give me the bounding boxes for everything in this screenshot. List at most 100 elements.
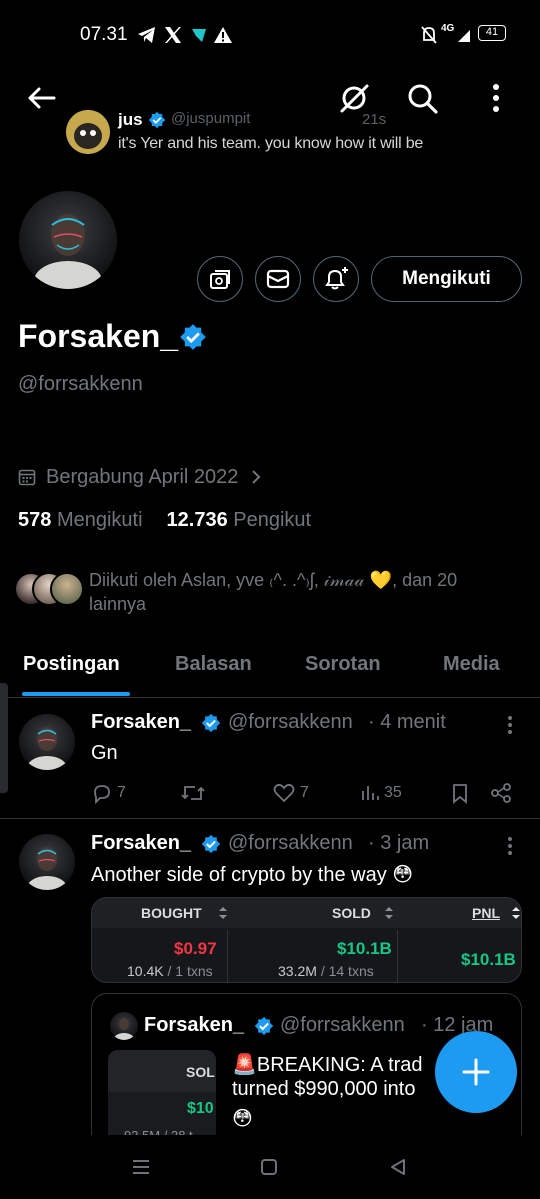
preview-name: jus bbox=[118, 110, 143, 129]
followers-label: Pengikut bbox=[233, 509, 312, 531]
tab-media[interactable]: Media bbox=[443, 653, 500, 676]
back-arrow-icon[interactable] bbox=[24, 80, 60, 116]
bought-value: $0.97 bbox=[174, 939, 217, 958]
reply-count: 7 bbox=[117, 784, 126, 801]
more-options-icon[interactable] bbox=[478, 80, 514, 116]
like-count: 7 bbox=[300, 784, 309, 801]
following-stat[interactable]: 578 Mengikuti bbox=[18, 509, 167, 531]
system-nav-bar bbox=[0, 1135, 540, 1199]
status-bar: 07.31 4G 41 bbox=[0, 0, 540, 70]
telegram-icon bbox=[138, 27, 155, 43]
preview-avatar[interactable] bbox=[66, 110, 110, 154]
quote-text-line2: turned $990,000 into bbox=[232, 1078, 416, 1100]
profile-display-name: Forsaken_ bbox=[18, 318, 179, 354]
post-text[interactable]: Another side of crypto by the way 😳 bbox=[91, 862, 413, 887]
notify-button[interactable] bbox=[313, 256, 359, 302]
followers-stat[interactable]: 12.736 Pengikut bbox=[167, 509, 336, 531]
retweet-icon bbox=[181, 786, 205, 800]
divider bbox=[0, 697, 540, 698]
trade-image[interactable]: BOUGHT SOLD PNL $0.97 10.4K / 1 txns $10… bbox=[91, 897, 522, 983]
following-button[interactable]: Mengikuti bbox=[371, 256, 522, 302]
sort-icon bbox=[219, 907, 227, 919]
post-more-icon[interactable] bbox=[500, 715, 520, 735]
verified-badge-icon[interactable] bbox=[179, 323, 207, 351]
sort-icon bbox=[385, 907, 393, 919]
post-time: · 3 jam bbox=[368, 832, 430, 854]
subscribe-icon bbox=[210, 270, 230, 289]
tab-highlights[interactable]: Sorotan bbox=[305, 653, 381, 676]
post-text[interactable]: Gn bbox=[91, 742, 118, 765]
divider bbox=[0, 818, 540, 819]
app-notification-icon bbox=[192, 29, 206, 42]
heart-icon bbox=[273, 783, 295, 803]
followers-count: 12.736 bbox=[166, 509, 228, 531]
post-author-handle: @forrsakkenn bbox=[228, 711, 353, 733]
post-avatar[interactable] bbox=[19, 834, 75, 890]
views-chart-icon bbox=[362, 786, 379, 800]
retweet-button[interactable] bbox=[180, 782, 210, 804]
following-count: 578 bbox=[18, 509, 52, 531]
compose-button[interactable] bbox=[435, 1031, 517, 1113]
preview-text[interactable]: it's Yer and his team. you know how it w… bbox=[118, 135, 423, 153]
warning-icon bbox=[214, 27, 232, 43]
post-avatar[interactable] bbox=[19, 714, 75, 770]
bought-txns: / 1 txns bbox=[167, 963, 213, 979]
post-author-handle: @forrsakkenn bbox=[228, 832, 353, 854]
bell-plus-icon bbox=[325, 267, 348, 290]
views-count: 35 bbox=[384, 784, 402, 801]
back-nav-icon[interactable] bbox=[388, 1157, 408, 1177]
like-button[interactable]: 7 bbox=[272, 782, 309, 804]
message-button[interactable] bbox=[255, 256, 301, 302]
post-time: · 4 menit bbox=[368, 711, 446, 733]
sort-icon bbox=[512, 907, 520, 919]
x-logo-icon bbox=[165, 27, 181, 43]
preview-time: 21s bbox=[362, 111, 387, 128]
share-icon[interactable] bbox=[490, 782, 512, 804]
thumb-value: $10 bbox=[187, 1100, 214, 1117]
avatar bbox=[50, 572, 84, 606]
search-icon[interactable] bbox=[404, 80, 440, 116]
reply-button[interactable]: 7 bbox=[91, 782, 126, 804]
status-time: 07.31 bbox=[80, 24, 128, 45]
post-more-icon[interactable] bbox=[500, 836, 520, 856]
bought-header: BOUGHT bbox=[141, 905, 202, 921]
followed-by-text[interactable]: Diikuti oleh Aslan, yve ₍^. .^₎ʃ, 𝒾𝓂𝒶𝒶 💛… bbox=[89, 568, 519, 616]
sold-value: $10.1B bbox=[337, 939, 392, 958]
follow-stats: 578 Mengikuti 12.736 Pengikut bbox=[18, 509, 335, 532]
pnl-value: $10.1B bbox=[461, 950, 516, 969]
verified-badge-icon bbox=[201, 834, 221, 854]
views-button[interactable]: 35 bbox=[360, 782, 402, 804]
reply-icon bbox=[94, 785, 110, 804]
home-icon[interactable] bbox=[259, 1157, 279, 1177]
active-tab-indicator bbox=[22, 692, 130, 696]
pnl-header: PNL bbox=[472, 905, 500, 921]
quote-text-line1: 🚨BREAKING: A trad bbox=[232, 1054, 423, 1076]
network-type: 4G bbox=[441, 23, 455, 34]
calendar-icon bbox=[18, 469, 36, 486]
preview-handle: @juspumpit bbox=[171, 110, 251, 127]
chevron-right-icon bbox=[252, 470, 261, 484]
battery-icon: 41 bbox=[478, 25, 506, 41]
divider bbox=[227, 930, 228, 982]
bought-amount: 10.4K bbox=[127, 963, 164, 979]
bookmark-icon[interactable] bbox=[450, 782, 470, 804]
quote-author-handle: @forrsakkenn bbox=[280, 1014, 405, 1036]
recent-apps-icon[interactable] bbox=[131, 1157, 151, 1177]
signal-icon bbox=[458, 30, 470, 42]
edge-panel-handle[interactable] bbox=[0, 683, 8, 793]
tab-posts[interactable]: Postingan bbox=[23, 653, 120, 676]
tab-replies[interactable]: Balasan bbox=[175, 653, 252, 676]
subscribe-button[interactable] bbox=[197, 256, 243, 302]
quote-text-line3: 😳 bbox=[232, 1108, 253, 1130]
post-author-name: Forsaken_ bbox=[91, 711, 192, 733]
profile-avatar[interactable] bbox=[16, 188, 120, 292]
mail-icon bbox=[266, 269, 290, 289]
thumb-header: SOL bbox=[186, 1064, 215, 1080]
sold-amount: 33.2M bbox=[278, 963, 317, 979]
bought-detail: 10.4K / 1 txns bbox=[127, 963, 213, 979]
plus-icon bbox=[462, 1058, 490, 1086]
sold-detail: 33.2M / 14 txns bbox=[278, 963, 374, 979]
sold-txns: / 14 txns bbox=[320, 963, 374, 979]
joined-date: Bergabung April 2022 bbox=[46, 465, 239, 488]
joined-date-row[interactable]: Bergabung April 2022 bbox=[18, 464, 262, 490]
